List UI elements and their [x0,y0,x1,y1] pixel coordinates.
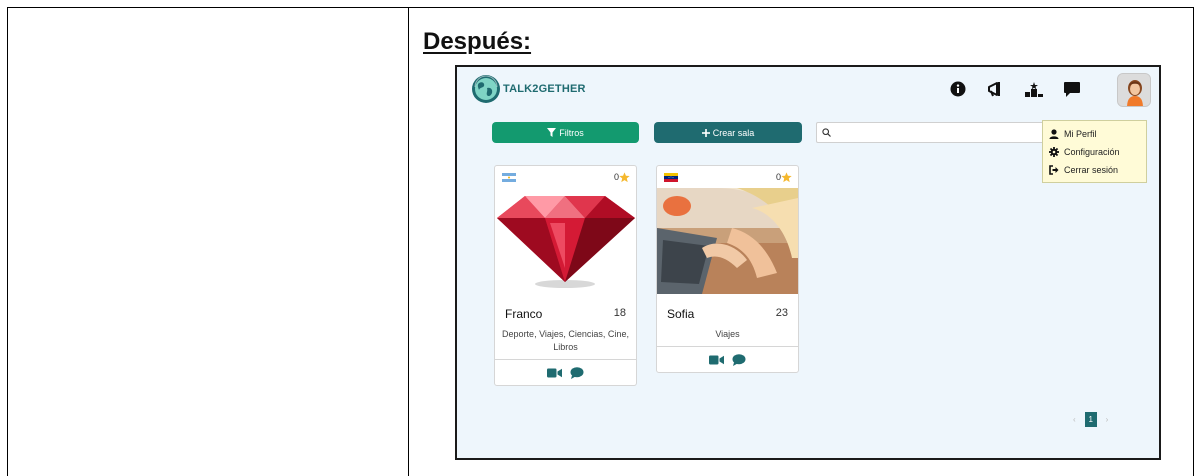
header-icon-bar [947,78,1099,100]
brand-logo[interactable]: TALK2GETHER [471,74,586,104]
card-name: Sofia [667,307,695,321]
pagination-next[interactable]: › [1106,415,1109,424]
user-icon [1049,129,1059,139]
menu-item-logout[interactable]: Cerrar sesión [1049,161,1140,179]
info-icon[interactable] [947,78,969,100]
gear-icon [1049,147,1059,157]
chat-bubble-icon[interactable] [570,366,584,379]
table-cell-left [7,7,408,476]
user-dropdown-menu: Mi Perfil Configuración Cerrar sesión [1042,120,1147,183]
search-input[interactable] [837,127,1037,138]
filters-label: Filtros [559,127,584,138]
card-actions [495,359,636,385]
search-box[interactable] [816,122,1046,143]
app-screenshot: TALK2GETHER Filtros Crear sala Mi Perfil… [455,65,1161,460]
menu-item-profile[interactable]: Mi Perfil [1049,125,1140,143]
filter-icon [547,128,557,137]
user-avatar[interactable] [1117,73,1151,107]
star-icon [781,171,792,182]
create-room-button[interactable]: Crear sala [654,122,802,143]
card-name-row: Franco 18 [495,307,636,321]
pagination: ‹ 1 › [1073,412,1108,427]
chat-bubble-icon[interactable] [732,353,746,366]
ranking-icon[interactable] [1023,78,1045,100]
pagination-prev[interactable]: ‹ [1073,415,1076,424]
search-icon [822,128,831,137]
megaphone-icon[interactable] [985,78,1007,100]
likes-counter[interactable]: 0 [614,171,630,183]
section-heading: Después: [423,28,532,55]
card-name-row: Sofia 23 [657,307,798,321]
card-header: 0 [657,166,798,188]
video-call-icon[interactable] [709,355,724,365]
menu-item-settings[interactable]: Configuración [1049,143,1140,161]
card-photo [657,188,798,294]
menu-item-label: Configuración [1064,147,1120,157]
filters-button[interactable]: Filtros [492,122,639,143]
card-age: 18 [613,307,626,319]
menu-item-label: Mi Perfil [1064,129,1097,139]
argentina-flag-icon [502,172,516,182]
card-interests: Viajes [715,329,740,339]
create-room-label: Crear sala [712,127,755,138]
card-name: Franco [505,307,543,321]
globe-icon [472,75,500,103]
venezuela-flag-icon [664,172,678,182]
menu-item-label: Cerrar sesión [1064,165,1119,175]
card-photo [495,188,636,294]
chat-icon[interactable] [1061,78,1083,100]
video-call-icon[interactable] [547,368,562,378]
card-age: 23 [775,307,788,319]
star-icon [619,171,630,182]
likes-counter[interactable]: 0 [776,171,792,183]
card-header: 0 [495,166,636,188]
user-card[interactable]: 0 Franco 18 Deporte, Viajes, Ciencias, C… [494,165,637,386]
pagination-current-page[interactable]: 1 [1084,412,1097,427]
app-header: TALK2GETHER [457,67,1159,113]
logout-icon [1049,165,1059,175]
plus-icon [701,128,710,137]
user-card[interactable]: 0 Sofia 23 Viajes [656,165,799,373]
brand-name: TALK2GETHER [503,83,586,95]
card-actions [657,346,798,372]
card-interests: Deporte, Viajes, Ciencias, Cine, Libros [502,329,629,352]
